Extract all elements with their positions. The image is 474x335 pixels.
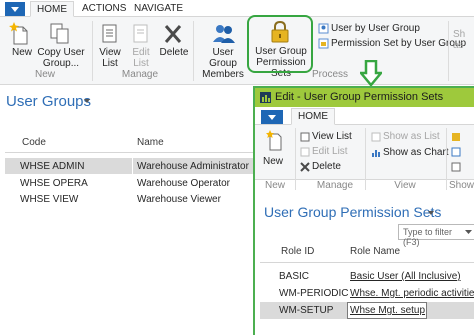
popup-title-bar: Edit - User Group Permission Sets xyxy=(255,88,474,107)
cell-role-name[interactable]: Whse. Mgt. periodic activities xyxy=(350,288,474,299)
popup-page-title: User Group Permission Sets xyxy=(264,204,442,220)
file-menu-button[interactable] xyxy=(5,2,25,16)
cell-name: Warehouse Viewer xyxy=(137,194,221,205)
popup-edit-list-button[interactable]: Edit List xyxy=(312,146,348,157)
report-icon xyxy=(318,23,329,34)
cell-name: Warehouse Operator xyxy=(137,178,231,189)
delete-button[interactable]: Delete xyxy=(159,47,189,58)
chart-icon xyxy=(371,148,381,158)
popup-tab-home[interactable]: HOME xyxy=(291,108,335,125)
popup-title: Edit - User Group Permission Sets xyxy=(275,91,444,103)
cell-role-name[interactable]: Basic User (All Inclusive) xyxy=(350,271,461,282)
column-header-name[interactable]: Name xyxy=(137,137,164,148)
show-as-list-button[interactable]: Show as List xyxy=(383,131,440,142)
edit-list-icon xyxy=(131,22,151,46)
cell-role-id: BASIC xyxy=(279,271,310,282)
info-icon xyxy=(451,162,461,172)
chevron-down-icon[interactable] xyxy=(427,208,435,216)
ribbon-group-process-label: Process xyxy=(311,69,349,80)
ribbon-divider xyxy=(448,21,449,81)
cell-code: WHSE OPERA xyxy=(20,178,88,189)
edit-permission-sets-window: Edit - User Group Permission Sets HOME N… xyxy=(253,86,474,335)
new-icon xyxy=(9,22,31,46)
cell-code: WHSE VIEW xyxy=(20,194,79,205)
ribbon-divider xyxy=(365,128,366,190)
column-header-role-id[interactable]: Role ID xyxy=(281,246,314,257)
column-header-role-name[interactable]: Role Name xyxy=(350,246,400,257)
show-as-chart-button[interactable]: Show as Chart xyxy=(383,147,449,158)
tab-actions[interactable]: ACTIONS xyxy=(82,1,126,17)
cell-role-id: WM-PERIODIC xyxy=(279,288,349,299)
note-icon xyxy=(451,132,461,142)
ribbon-divider xyxy=(193,21,194,81)
popup-new-button[interactable]: New xyxy=(263,156,283,167)
dropdown-arrow-icon xyxy=(268,115,276,120)
users-icon xyxy=(212,22,236,46)
chevron-down-icon[interactable] xyxy=(83,96,91,104)
view-list-icon xyxy=(300,132,310,142)
tab-navigate[interactable]: NAVIGATE xyxy=(134,1,183,17)
show-as-list-icon xyxy=(371,132,381,142)
delete-icon xyxy=(300,162,310,172)
page-title: User Groups xyxy=(6,93,92,110)
popup-group-show-label: Show xyxy=(449,180,474,191)
copy-icon xyxy=(49,22,71,46)
header-divider xyxy=(5,152,254,153)
cell-divider xyxy=(132,158,133,174)
ribbon-divider xyxy=(446,128,447,190)
popup-tab-bar xyxy=(255,107,474,125)
popup-delete-button[interactable]: Delete xyxy=(312,161,341,172)
highlight-ring xyxy=(247,15,313,73)
ribbon-divider xyxy=(295,128,296,190)
header-divider xyxy=(260,262,474,263)
ribbon-group-new-label: New xyxy=(34,69,55,80)
delete-icon xyxy=(163,23,183,45)
popup-group-view-label: View xyxy=(394,180,416,191)
ribbon-divider xyxy=(92,21,93,81)
new-icon xyxy=(266,130,284,152)
popup-file-menu-button[interactable] xyxy=(261,110,283,124)
permission-set-by-user-group-link[interactable]: Permission Set by User Group xyxy=(331,38,466,49)
cell-role-name[interactable]: Whse Mgt. setup xyxy=(350,305,425,316)
cell-name: Warehouse Administrator xyxy=(137,161,249,172)
app-icon xyxy=(260,92,271,103)
column-header-code[interactable]: Code xyxy=(22,137,46,148)
popup-group-new-label: New xyxy=(264,180,285,191)
user-group-members-button[interactable]: User Group Members xyxy=(198,47,248,80)
link-icon xyxy=(451,147,461,157)
report-icon xyxy=(318,38,329,49)
new-button[interactable]: New xyxy=(8,47,36,58)
view-list-icon xyxy=(100,22,120,46)
tab-home[interactable]: HOME xyxy=(30,1,74,17)
dropdown-arrow-icon xyxy=(11,7,19,12)
cell-role-id: WM-SETUP xyxy=(279,305,334,316)
partial-show-button[interactable]: Sh as xyxy=(453,29,473,51)
edit-list-button[interactable]: Edit List xyxy=(127,47,155,69)
arrow-down-icon xyxy=(358,59,384,87)
edit-list-icon xyxy=(300,147,310,157)
ribbon-group-manage-label: Manage xyxy=(121,69,159,80)
popup-group-manage-label: Manage xyxy=(316,180,354,191)
copy-user-group-button[interactable]: Copy User Group... xyxy=(37,47,85,69)
filter-dropdown[interactable] xyxy=(461,224,474,240)
view-list-button[interactable]: View List xyxy=(96,47,124,69)
popup-view-list-button[interactable]: View List xyxy=(312,131,352,142)
user-by-user-group-link[interactable]: User by User Group xyxy=(331,23,420,34)
cell-code: WHSE ADMIN xyxy=(20,161,85,172)
